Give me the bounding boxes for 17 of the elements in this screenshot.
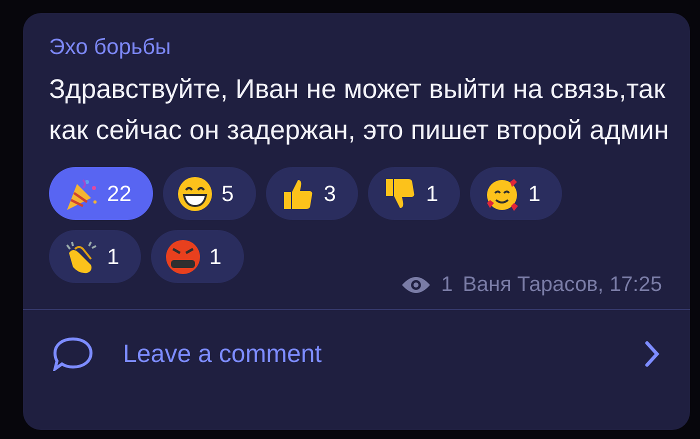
author-time: Ваня Тарасов, 17:25 xyxy=(462,273,662,297)
comment-bubble-icon xyxy=(53,337,93,371)
eye-icon xyxy=(401,275,432,295)
reaction-chip[interactable]: 1 xyxy=(49,230,142,283)
message-text: Здравствуйте, Иван не может выйти на связь,так как сейчас он задержан, это пишет второй админ xyxy=(49,73,669,147)
leave-comment-link[interactable]: Leave a comment xyxy=(123,340,644,368)
chevron-right-icon[interactable] xyxy=(644,340,660,368)
reaction-chip[interactable]: 1 xyxy=(470,167,562,220)
reaction-chip[interactable]: 22 xyxy=(49,167,154,220)
reaction-chip[interactable]: 1 xyxy=(368,167,460,220)
reaction-chip[interactable]: 3 xyxy=(266,167,358,220)
view-count: 1 xyxy=(441,273,453,297)
channel-name[interactable]: Эхо борьбы xyxy=(49,33,171,61)
reaction-chip[interactable]: 1 xyxy=(151,230,244,283)
reaction-chip[interactable]: 5 xyxy=(163,167,256,220)
angry-face-icon xyxy=(165,238,202,274)
grinning-face-icon xyxy=(177,176,214,212)
